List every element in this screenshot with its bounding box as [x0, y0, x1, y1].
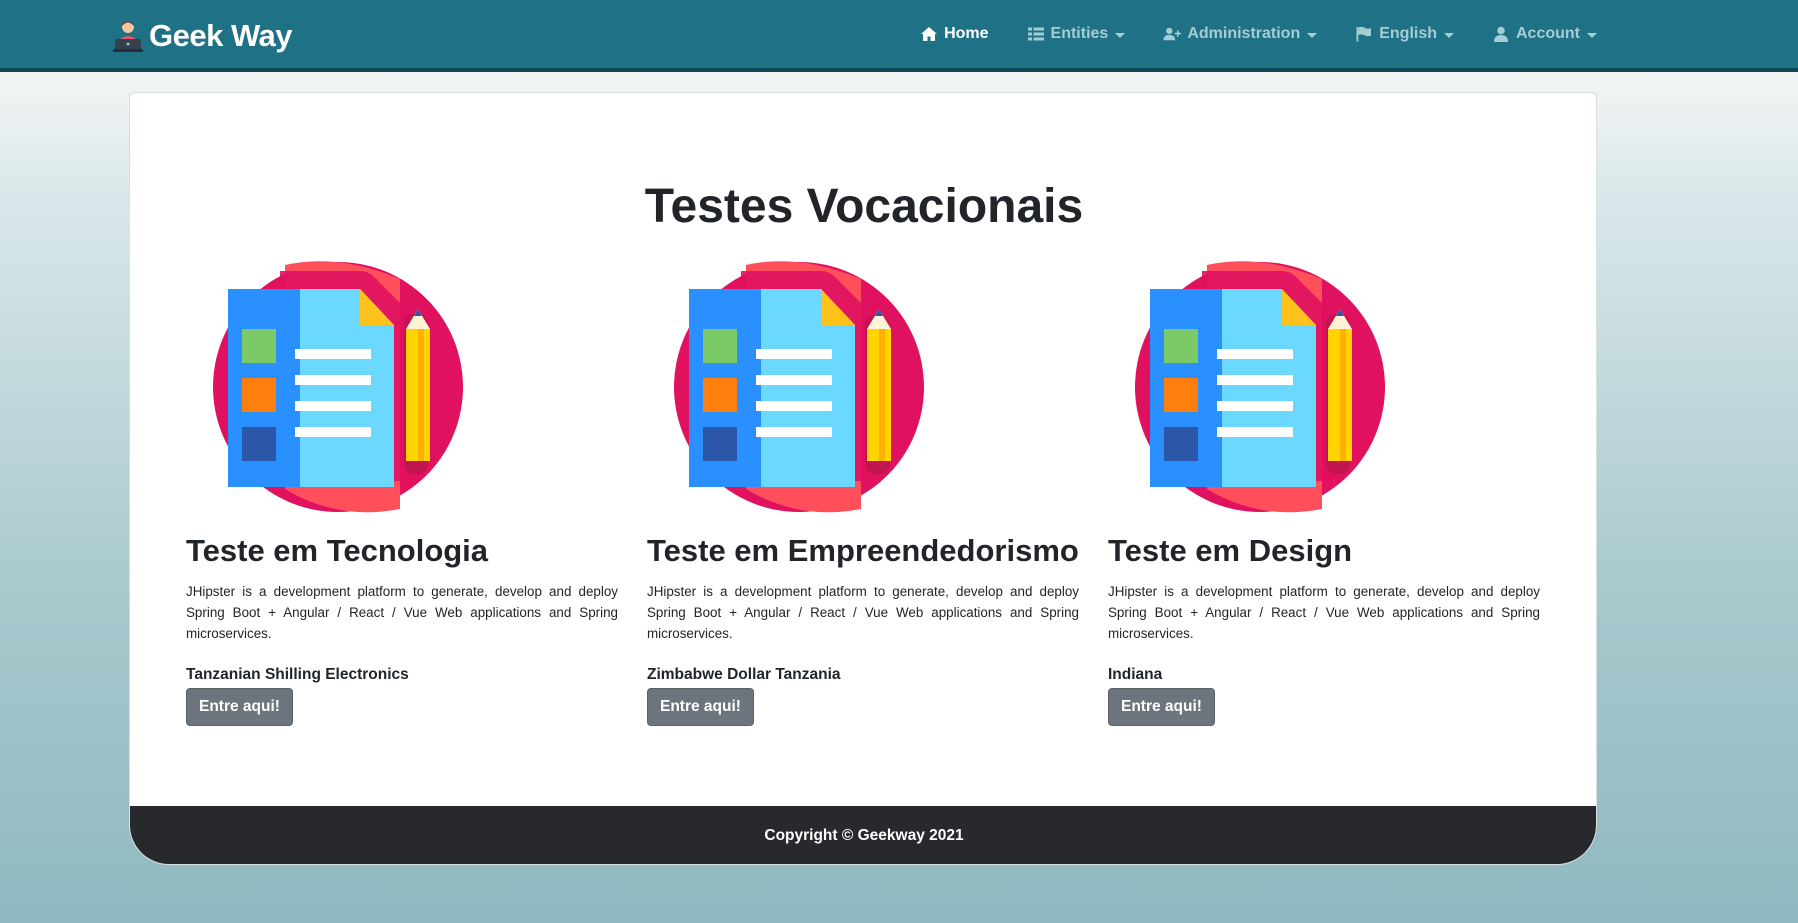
test-card-design: Teste em Design JHipster is a developmen…	[1108, 93, 1540, 793]
test-description: JHipster is a development platform to ge…	[186, 584, 618, 641]
enter-test-button[interactable]: Entre aqui!	[186, 688, 293, 726]
nav-administration-label: Administration	[1187, 25, 1301, 42]
nav-account-label: Account	[1516, 25, 1580, 42]
nav-entities-label: Entities	[1050, 25, 1109, 42]
nav-home-label: Home	[944, 25, 989, 42]
test-description: JHipster is a development platform to ge…	[647, 584, 1079, 641]
test-document-pencil-icon	[213, 261, 463, 513]
chevron-down-icon	[1115, 32, 1126, 38]
table-list-icon	[1027, 27, 1044, 41]
test-tags: Tanzanian Shilling Electronics	[186, 666, 409, 683]
test-tags: Zimbabwe Dollar Tanzania	[647, 666, 841, 683]
enter-test-button[interactable]: Entre aqui!	[1108, 688, 1215, 726]
nav-item-administration[interactable]: Administration	[1163, 25, 1318, 43]
main-nav: Home Entities Administration English Acc…	[920, 0, 1597, 68]
chevron-down-icon	[1307, 32, 1318, 38]
test-title: Teste em Design	[1108, 533, 1353, 568]
nav-item-entities[interactable]: Entities	[1027, 25, 1126, 43]
test-card-tecnologia: Teste em Tecnologia JHipster is a develo…	[186, 93, 618, 793]
test-title: Teste em Empreendedorismo	[647, 533, 1079, 568]
user-plus-icon	[1163, 27, 1182, 41]
test-document-pencil-icon	[1135, 261, 1385, 513]
brand[interactable]: Geek Way	[111, 16, 293, 56]
home-icon	[921, 27, 938, 41]
top-navbar: Geek Way Home Entities Administration En…	[0, 0, 1798, 72]
nav-item-language[interactable]: English	[1355, 25, 1454, 43]
test-title: Teste em Tecnologia	[186, 533, 489, 568]
test-description: JHipster is a development platform to ge…	[1108, 584, 1540, 641]
brand-name: Geek Way	[149, 18, 293, 53]
user-icon	[1494, 26, 1508, 42]
nav-item-account[interactable]: Account	[1492, 25, 1597, 43]
main-card: Testes Vocacionais Teste em Tecnologia J…	[129, 92, 1597, 865]
copyright-text: Copyright © Geekway 2021	[764, 827, 964, 844]
test-card-empreendedorismo: Teste em Empreendedorismo JHipster is a …	[647, 93, 1079, 793]
nav-language-label: English	[1379, 25, 1437, 42]
test-tags: Indiana	[1108, 666, 1163, 683]
enter-test-button[interactable]: Entre aqui!	[647, 688, 754, 726]
flag-icon	[1356, 26, 1372, 42]
footer: Copyright © Geekway 2021	[130, 806, 1596, 864]
chevron-down-icon	[1587, 32, 1597, 38]
test-document-pencil-icon	[674, 261, 924, 513]
nav-item-home[interactable]: Home	[920, 25, 989, 43]
developer-avatar-icon	[113, 21, 143, 52]
chevron-down-icon	[1444, 32, 1454, 38]
